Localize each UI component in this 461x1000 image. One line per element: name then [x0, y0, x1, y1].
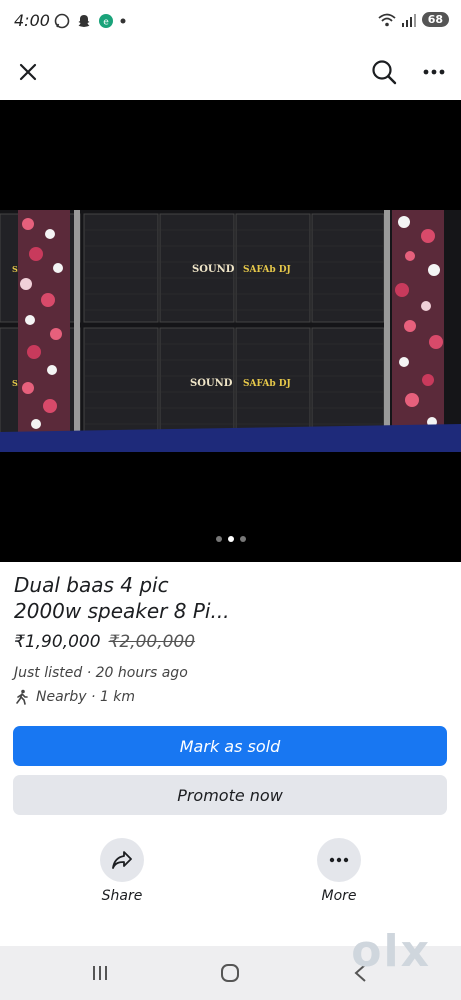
signal-icon: [401, 13, 416, 27]
more-button[interactable]: [317, 838, 361, 882]
search-button[interactable]: [366, 54, 402, 90]
battery-indicator: 68: [421, 12, 449, 27]
listing-photo: SOUND SAFAb DJ SOUND SAFAb DJ SAF SAF: [0, 210, 461, 452]
more-horizontal-icon: [423, 69, 445, 75]
share-button[interactable]: [100, 838, 144, 882]
close-icon: [19, 63, 37, 81]
snapchat-icon: [78, 15, 90, 27]
recent-apps-button[interactable]: [80, 958, 120, 988]
dot-icon: [120, 18, 126, 24]
wifi-icon: [378, 13, 396, 26]
walking-person-icon: [16, 689, 28, 705]
share-label: Share: [101, 888, 143, 904]
share-icon: [112, 851, 132, 869]
listing-location: Nearby · 1 km: [36, 689, 136, 705]
status-time: 4:00: [14, 11, 50, 30]
recent-apps-icon: [93, 966, 107, 980]
close-button[interactable]: [10, 54, 46, 90]
listing-time: Just listed · 20 hours ago: [14, 665, 188, 681]
listing-location-row: Nearby · 1 km: [14, 689, 135, 705]
speaker-brand-2: SAFAb DJ: [243, 379, 291, 389]
promote-now-button[interactable]: Promote now: [13, 775, 447, 815]
top-bar: [0, 44, 461, 100]
listing-old-price: ₹2,00,000: [108, 632, 196, 652]
carousel-indicator: [0, 536, 461, 542]
carousel-dot[interactable]: [239, 536, 246, 542]
listing-price-row: ₹1,90,000 ₹2,00,000: [14, 632, 195, 652]
listing-photo-carousel[interactable]: SOUND SAFAb DJ SOUND SAFAb DJ SAF SAF: [0, 100, 461, 562]
app-badge-icon: e: [99, 14, 113, 28]
more-action[interactable]: More: [294, 838, 384, 904]
listing-price: ₹1,90,000: [14, 632, 101, 652]
share-action[interactable]: Share: [77, 838, 167, 904]
system-icons: 68: [378, 12, 449, 27]
carousel-dot[interactable]: [215, 536, 222, 542]
search-icon: [372, 60, 397, 85]
status-bar: 4:00 e 68: [0, 0, 461, 44]
listing-title: Dual baas 4 pic 2000w speaker 8 Pi...: [14, 572, 444, 624]
whatsapp-icon: [54, 13, 70, 29]
carousel-dot-active[interactable]: [227, 536, 234, 542]
speaker-sign-2: SOUND: [190, 378, 233, 389]
speaker-brand-1: SAFAb DJ: [243, 265, 291, 275]
home-icon: [221, 964, 239, 982]
more-options-button[interactable]: [416, 54, 452, 90]
listing-title-line1: Dual baas 4 pic: [14, 573, 169, 597]
speaker-sign-1: SOUND: [192, 264, 235, 275]
more-label: More: [321, 888, 357, 904]
mark-as-sold-button[interactable]: Mark as sold: [13, 726, 447, 766]
more-horizontal-icon: [329, 857, 349, 863]
speaker-photo-graphic: SOUND SAFAb DJ SOUND SAFAb DJ SAF SAF: [0, 210, 461, 452]
listing-title-line2: 2000w speaker 8 Pi...: [14, 599, 230, 623]
home-button[interactable]: [210, 958, 250, 988]
svg-text:e: e: [103, 18, 109, 28]
notification-icons: e: [54, 13, 126, 29]
olx-watermark: olx: [351, 926, 431, 977]
